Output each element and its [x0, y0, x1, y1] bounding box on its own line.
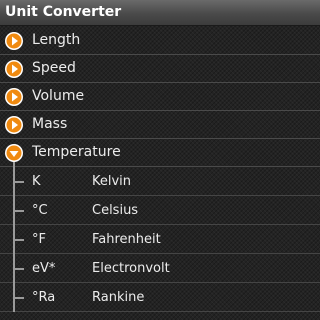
unit-row-fahrenheit[interactable]: °F Fahrenheit [0, 225, 320, 254]
unit-converter-app: Unit Converter Length Speed Volume Mass … [0, 0, 320, 320]
title-bar: Unit Converter [0, 0, 320, 26]
unit-name: Celsius [92, 203, 139, 218]
unit-name: Kelvin [92, 174, 132, 189]
tree-branch [13, 181, 24, 183]
unit-row-celsius[interactable]: °C Celsius [0, 196, 320, 225]
category-label: Temperature [32, 144, 121, 160]
tree-branch [13, 210, 24, 212]
unit-row-kelvin[interactable]: K Kelvin [0, 167, 320, 196]
unit-name: Electronvolt [92, 261, 170, 276]
app-title: Unit Converter [5, 4, 122, 20]
category-row-volume[interactable]: Volume [0, 83, 320, 111]
unit-symbol: °F [32, 232, 46, 247]
chevron-right-icon [4, 87, 24, 107]
unit-name: Fahrenheit [92, 232, 161, 247]
category-label: Speed [32, 60, 76, 76]
tree-branch [13, 268, 24, 270]
category-row-length[interactable]: Length [0, 27, 320, 55]
category-list: Length Speed Volume Mass Temperature K K… [0, 27, 320, 312]
unit-name: Rankine [92, 290, 145, 305]
unit-symbol: K [32, 174, 41, 189]
unit-symbol: °C [32, 203, 48, 218]
category-row-mass[interactable]: Mass [0, 111, 320, 139]
tree-branch [13, 239, 24, 241]
category-label: Length [32, 32, 81, 48]
chevron-right-icon [4, 31, 24, 51]
category-label: Mass [32, 116, 68, 132]
unit-row-rankine[interactable]: °Ra Rankine [0, 283, 320, 312]
category-label: Volume [32, 88, 85, 104]
tree-branch [13, 297, 24, 299]
unit-symbol: °Ra [32, 290, 56, 305]
category-row-temperature[interactable]: Temperature [0, 139, 320, 167]
chevron-right-icon [4, 59, 24, 79]
unit-symbol: eV* [32, 261, 56, 276]
category-row-speed[interactable]: Speed [0, 55, 320, 83]
chevron-right-icon [4, 115, 24, 135]
unit-row-electronvolt[interactable]: eV* Electronvolt [0, 254, 320, 283]
chevron-down-icon [4, 143, 24, 163]
